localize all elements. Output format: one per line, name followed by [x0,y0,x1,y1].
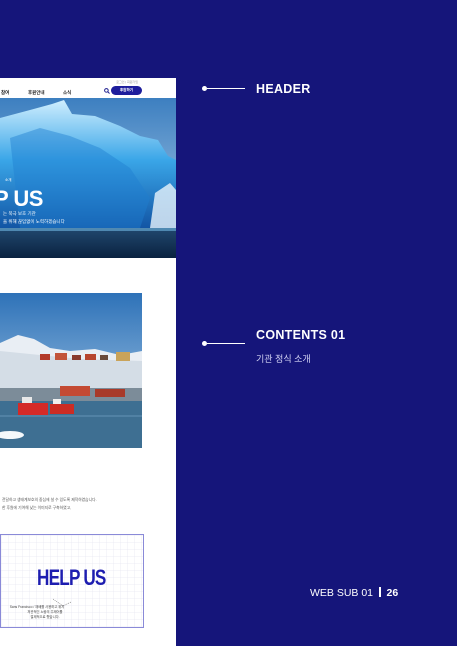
help-us-logo-text: HELP US [37,565,106,590]
website-mockup: 로그인 | 회원가입 참여 후원안내 소식 후원하기 소개 P US 는 북극 … [0,78,176,646]
nav-item-participate[interactable]: 참여 [1,90,9,96]
donate-button[interactable]: 후원하기 [111,86,142,95]
help-us-logo-card: HELP US Sans Francisco / 재배를 사용하고 위치 저관적… [0,534,144,628]
hero-banner: 소개 P US 는 북극 보호 기관 을 위해 끊임없이 노력하겠습니다 [0,98,176,258]
annotation-contents-desc: 기관 정식 소개 [256,354,311,364]
hero-subtitle-line2: 을 위해 끊임없이 노력하겠습니다 [3,219,65,224]
header-connector [202,86,245,91]
hero-title: P US [0,186,43,211]
annotation-header: HEADER [256,82,311,96]
divider [379,587,381,597]
iceberg-image [0,98,176,258]
hero-subtitle-line1: 는 북극 보호 기관 [3,211,36,216]
section-label: WEB SUB 01 [310,587,374,599]
logo-note-line3: 절제적으로 했습니다. [30,615,60,619]
greenland-harbor-image [0,293,142,448]
intro-text-line2: 한 후원에 기여해 낮는 이미지로 구축하였고, [2,506,72,510]
utility-links[interactable]: 로그인 | 회원가입 [116,80,138,84]
search-icon[interactable] [104,88,110,96]
contents-connector [202,341,245,346]
page-footer: WEB SUB 01 26 [310,587,398,599]
nav-item-donation-guide[interactable]: 후원안내 [28,90,45,96]
page-number: 26 [386,587,399,599]
hero-eyebrow: 소개 [5,178,12,182]
nav-item-news[interactable]: 소식 [63,90,71,96]
connector-line [207,88,245,89]
mockup-header: 로그인 | 회원가입 참여 후원안내 소식 후원하기 [0,78,176,98]
annotation-contents: CONTENTS 01 [256,328,346,342]
connector-line [207,343,245,344]
intro-text-line1: 전달하고 생태계보호의 중심에 설 수 있도록 제작하였습니다. [2,498,97,502]
